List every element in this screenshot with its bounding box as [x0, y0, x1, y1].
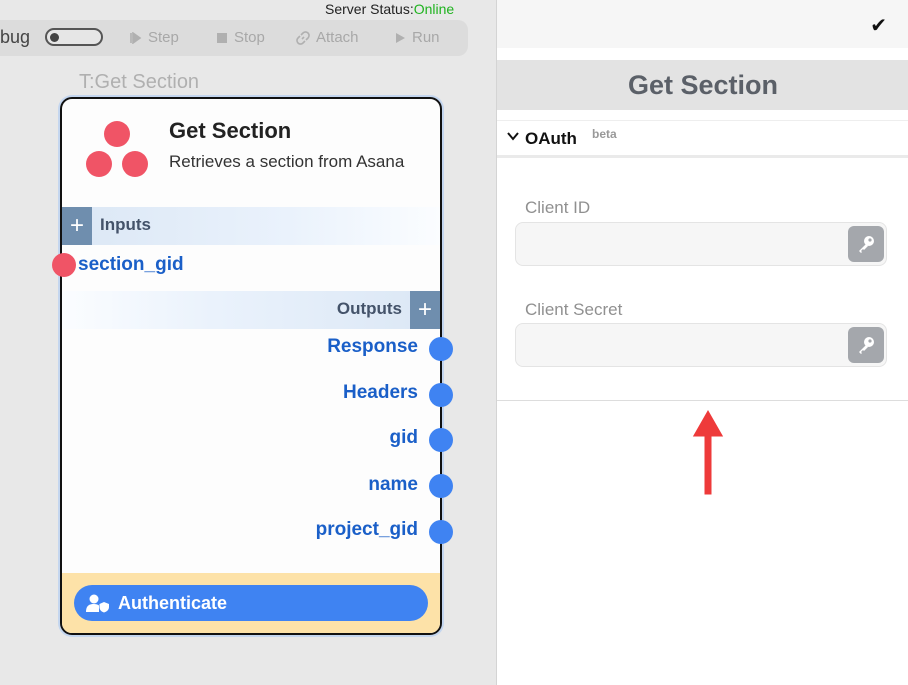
outputs-label: Outputs: [336, 299, 402, 318]
checkmark-icon[interactable]: ✔: [870, 13, 887, 38]
plus-icon: +: [69, 212, 84, 239]
beta-badge: beta: [592, 127, 617, 141]
attach-button[interactable]: Attach: [296, 29, 359, 46]
panel-top-bar: ✔: [497, 0, 908, 48]
add-output-button[interactable]: +: [410, 291, 440, 329]
step-button[interactable]: Step: [130, 29, 179, 46]
panel-title-bar: Get Section: [497, 60, 908, 110]
output-connector-response[interactable]: [429, 337, 453, 361]
debug-toggle[interactable]: [45, 28, 103, 46]
annotation-arrow-up-icon: [691, 407, 725, 496]
output-port-project-gid: project_gid: [315, 519, 418, 540]
debug-toolbar: bug Step Stop Attach Run: [0, 20, 468, 56]
step-icon: [130, 31, 142, 44]
user-shield-icon: [86, 594, 109, 613]
client-secret-label: Client Secret: [525, 300, 623, 319]
client-secret-field-wrapper: [515, 323, 887, 367]
node-header: Get Section Retrieves a section from Asa…: [62, 99, 440, 207]
attach-label: Attach: [316, 29, 359, 46]
auth-footer: Authenticate: [62, 573, 440, 633]
client-id-field-wrapper: [515, 222, 887, 266]
server-status-value: Online: [413, 1, 455, 17]
client-id-key-button[interactable]: [848, 226, 884, 262]
output-port-headers: Headers: [343, 382, 418, 403]
authenticate-button[interactable]: Authenticate: [74, 585, 428, 621]
output-connector-headers[interactable]: [429, 383, 453, 407]
step-label: Step: [148, 29, 179, 46]
output-port-gid: gid: [389, 427, 419, 448]
inputs-label: Inputs: [100, 215, 151, 234]
workflow-canvas[interactable]: Server Status:Online bug Step Stop Attac…: [0, 0, 496, 685]
add-input-button[interactable]: +: [62, 207, 92, 245]
output-port-response: Response: [327, 336, 418, 357]
client-id-input[interactable]: [524, 231, 848, 259]
chevron-down-icon: [507, 132, 519, 141]
oauth-title: OAuth: [525, 129, 577, 148]
output-connector-project-gid[interactable]: [429, 520, 453, 544]
node-outside-title: T:Get Section: [79, 71, 200, 93]
run-button[interactable]: Run: [394, 29, 440, 46]
properties-panel: ✔ Get Section OAuth beta Client ID Clien…: [496, 0, 908, 685]
client-secret-input[interactable]: [524, 332, 848, 360]
oauth-body: Client ID Client Secret: [497, 156, 908, 401]
node-description: Retrieves a section from Asana: [169, 152, 405, 171]
stop-button[interactable]: Stop: [216, 29, 265, 46]
authenticate-label: Authenticate: [118, 592, 228, 613]
panel-title: Get Section: [627, 70, 779, 100]
output-port-name: name: [368, 474, 418, 495]
run-label: Run: [412, 29, 440, 46]
output-connector-name[interactable]: [429, 474, 453, 498]
stop-label: Stop: [234, 29, 265, 46]
server-status: Server Status:Online: [325, 0, 454, 18]
server-status-label: Server Status:: [325, 1, 414, 17]
node-name: Get Section: [169, 118, 292, 143]
input-port-section-gid: section_gid: [78, 254, 184, 275]
key-icon: [859, 337, 874, 354]
link-icon: [296, 30, 310, 45]
oauth-section-header[interactable]: OAuth beta: [497, 120, 908, 158]
get-section-node[interactable]: Get Section Retrieves a section from Asa…: [60, 97, 442, 635]
inputs-section: + Inputs: [62, 207, 440, 245]
outputs-section: Outputs +: [62, 291, 440, 329]
asana-logo-icon: [86, 121, 148, 177]
toggle-knob: [50, 33, 59, 42]
debug-label: bug: [0, 27, 31, 47]
plus-icon: +: [417, 296, 432, 323]
output-connector-gid[interactable]: [429, 428, 453, 452]
key-icon: [859, 236, 874, 253]
client-secret-key-button[interactable]: [848, 327, 884, 363]
input-connector-section-gid[interactable]: [52, 253, 76, 277]
client-id-label: Client ID: [525, 198, 591, 217]
stop-icon: [217, 32, 227, 43]
play-icon: [396, 32, 405, 43]
